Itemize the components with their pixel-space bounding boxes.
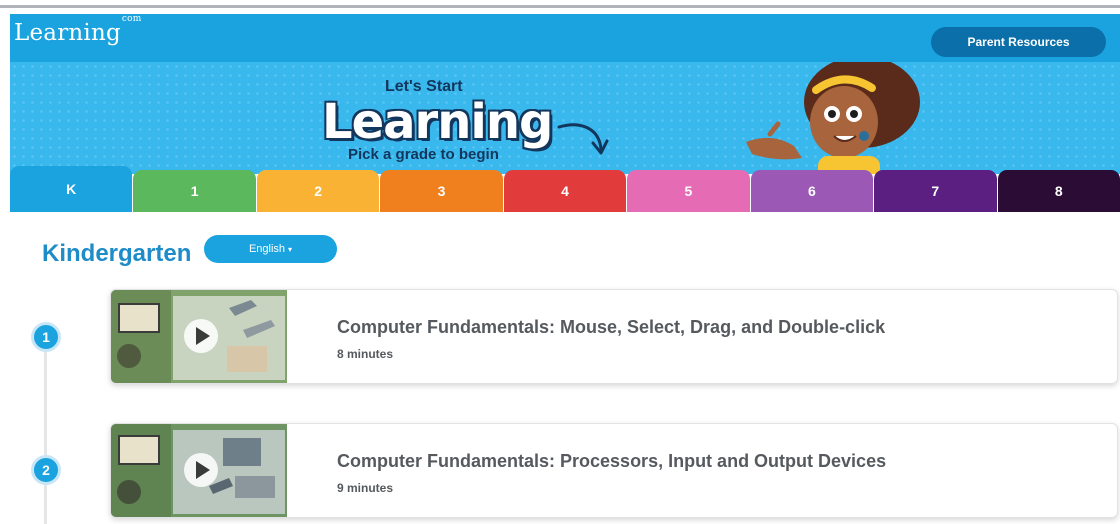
lesson-card[interactable]: Computer Fundamentals: Processors, Input… <box>110 423 1118 518</box>
grade-tab-8[interactable]: 8 <box>997 170 1120 212</box>
grade-tab-k[interactable]: K <box>10 166 133 212</box>
curved-arrow-icon <box>557 123 609 155</box>
grade-tab-7[interactable]: 7 <box>874 170 997 212</box>
grade-tab-4[interactable]: 4 <box>503 170 627 212</box>
lesson-step-badge: 2 <box>31 455 61 485</box>
lesson-thumbnail[interactable] <box>111 424 287 518</box>
lesson-title[interactable]: Computer Fundamentals: Mouse, Select, Dr… <box>337 317 885 338</box>
language-label: English <box>248 243 286 255</box>
grade-tab-5[interactable]: 5 <box>627 170 750 212</box>
logo-suffix: com <box>121 14 142 25</box>
page-title: Kindergarten <box>42 240 192 267</box>
hero-banner: Let's Start Learning Pick a grade to beg… <box>10 62 1120 174</box>
language-select[interactable]: English ▾ <box>204 235 337 263</box>
learning-com-logo[interactable]: Learningcom <box>14 14 142 46</box>
lesson-timeline <box>44 340 47 524</box>
logo-text: Learning <box>14 20 121 46</box>
lesson-step-badge: 1 <box>31 322 61 352</box>
lesson-title[interactable]: Computer Fundamentals: Processors, Input… <box>337 451 886 472</box>
grade-tab-6[interactable]: 6 <box>750 170 874 212</box>
lesson-duration: 8 minutes <box>337 347 394 361</box>
lesson-thumbnail[interactable] <box>111 290 287 384</box>
grade-tab-3[interactable]: 3 <box>380 170 503 212</box>
lesson-card[interactable]: Computer Fundamentals: Mouse, Select, Dr… <box>110 289 1118 384</box>
top-navigation-bar: Learningcom Parent Resources <box>10 14 1120 62</box>
mascot-illustration <box>746 62 920 174</box>
grade-tab-1[interactable]: 1 <box>133 170 256 212</box>
grade-tabs: K 1 2 3 4 5 6 7 8 <box>10 166 1120 212</box>
lesson-duration: 9 minutes <box>337 481 394 495</box>
chevron-down-icon: ▾ <box>288 244 293 254</box>
banner-tagline-sub: Pick a grade to begin <box>348 146 499 163</box>
banner-tagline-main: Learning <box>322 94 553 150</box>
grade-tab-2[interactable]: 2 <box>256 170 380 212</box>
top-divider <box>0 0 1120 8</box>
parent-resources-button[interactable]: Parent Resources <box>931 27 1106 57</box>
